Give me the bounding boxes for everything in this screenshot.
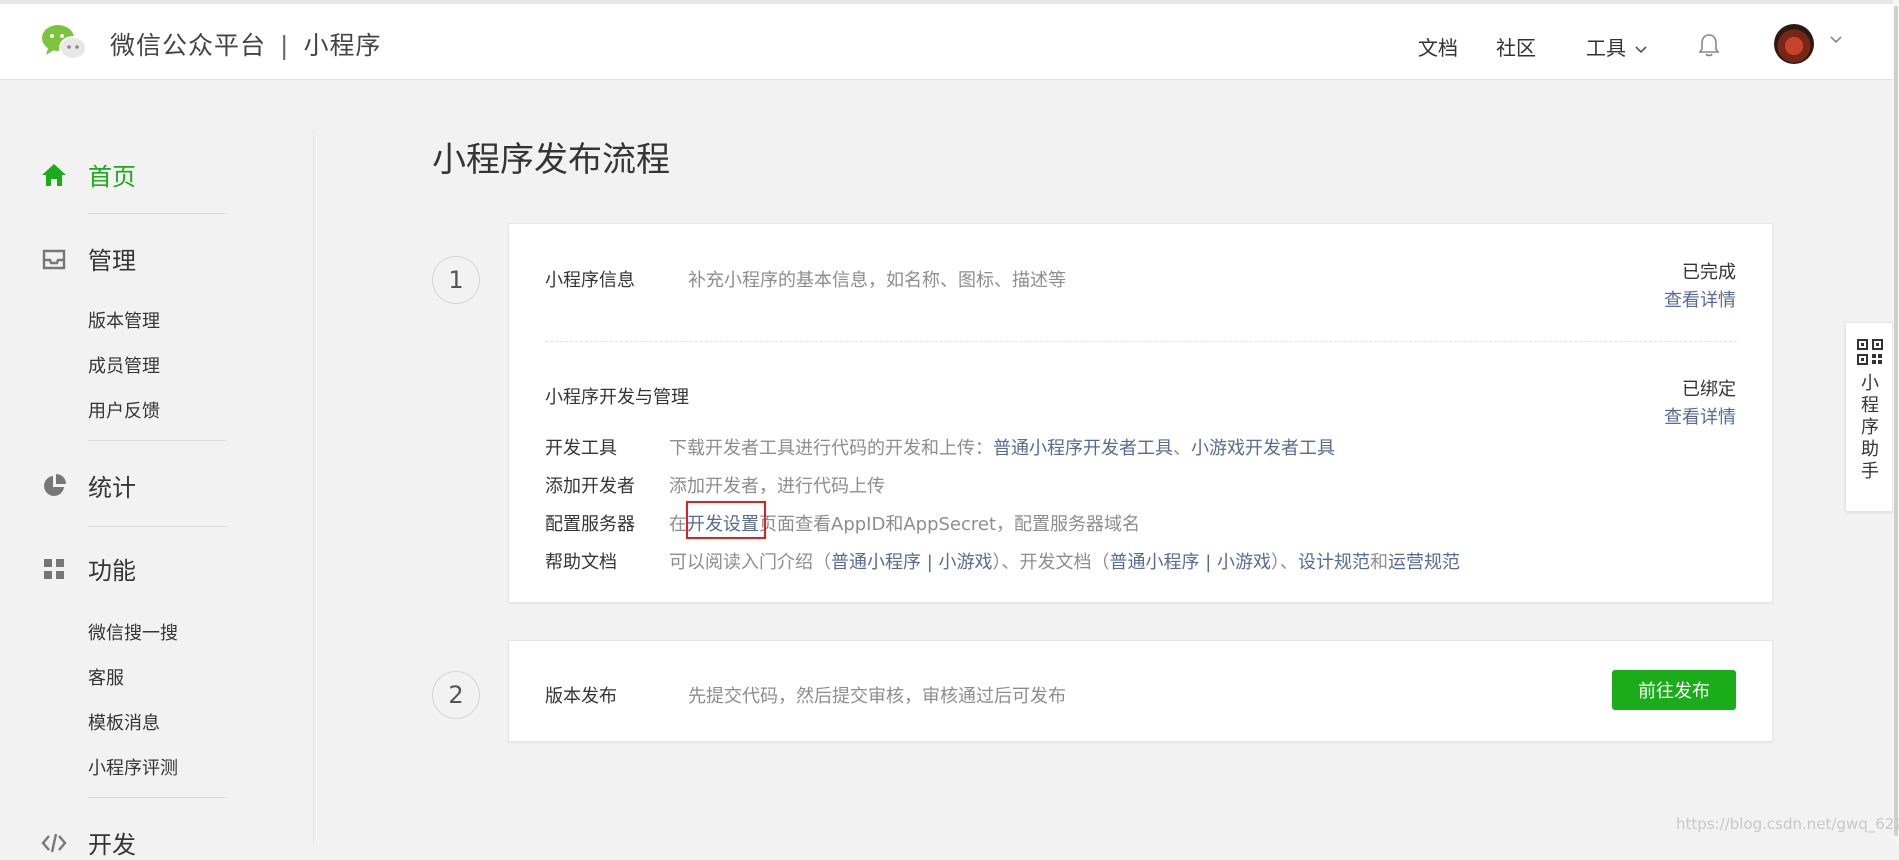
sidebar-item-label: 首页 [88, 163, 136, 191]
server-config-label: 配置服务器 [545, 514, 635, 535]
help-text: ）、 [1271, 552, 1299, 573]
sidebar-item-features[interactable]: 功能 [40, 551, 136, 586]
dev-tools-label: 开发工具 [545, 438, 617, 459]
nav-docs[interactable]: 文档 [1418, 32, 1458, 61]
sidebar: 首页 管理 版本管理 成员管理 用户反馈 统计 功能 微信搜一搜 客服 模板消息… [0, 81, 313, 859]
wechat-logo-icon[interactable] [40, 22, 88, 62]
nav-community[interactable]: 社区 [1496, 32, 1536, 61]
sidebar-item-user-feedback[interactable]: 用户反馈 [88, 397, 160, 423]
server-pre-text: 在 [669, 514, 687, 535]
sidebar-item-member-manage[interactable]: 成员管理 [88, 352, 160, 378]
devmgmt-label: 小程序开发与管理 [545, 387, 689, 408]
help-text: 可以阅读入门介绍（ [669, 552, 831, 573]
info-status: 已完成 [1682, 262, 1736, 283]
info-detail-link[interactable]: 查看详情 [1664, 286, 1736, 312]
divider [88, 526, 226, 527]
sidebar-divider [313, 130, 314, 843]
inbox-icon [42, 249, 66, 269]
chevron-down-icon [1635, 45, 1647, 53]
sidebar-item-customer-service[interactable]: 客服 [88, 664, 124, 690]
help-docs-label: 帮助文档 [545, 552, 617, 573]
docs-mini-game-link[interactable]: 小游戏 [1217, 552, 1271, 573]
add-dev-label: 添加开发者 [545, 476, 635, 497]
sidebar-item-home[interactable]: 首页 [40, 157, 136, 192]
divider [88, 797, 226, 798]
chevron-down-icon[interactable] [1828, 34, 1844, 46]
highlight-annotation [686, 501, 766, 539]
brand-name: 微信公众平台 [110, 31, 267, 60]
link-separator: | [1199, 552, 1218, 573]
dashed-divider [545, 341, 1737, 342]
help-text: ）、开发文档（ [992, 552, 1110, 573]
step-number-2: 2 [432, 671, 480, 719]
pie-chart-icon [44, 473, 66, 496]
step1-card: 小程序信息 补充小程序的基本信息，如名称、图标、描述等 已完成 查看详情 小程序… [508, 223, 1773, 603]
step-number-1: 1 [432, 256, 480, 304]
watermark: https://blog.csdn.net/gwq_622 [1676, 815, 1899, 833]
page-title: 小程序发布流程 [432, 140, 670, 180]
divider [88, 440, 226, 441]
help-docs-desc: 可以阅读入门介绍（普通小程序 | 小游戏）、开发文档（普通小程序 | 小游戏）、… [669, 548, 1460, 574]
sidebar-item-template-message[interactable]: 模板消息 [88, 709, 160, 735]
publish-label: 版本发布 [545, 686, 617, 707]
top-header: 微信公众平台 | 小程序 文档 社区 工具 [0, 4, 1899, 80]
devmgmt-detail-link[interactable]: 查看详情 [1664, 403, 1736, 429]
step2-card: 版本发布 先提交代码，然后提交审核，审核通过后可发布 前往发布 [508, 640, 1773, 742]
dev-tools-desc: 下载开发者工具进行代码的开发和上传：普通小程序开发者工具、小游戏开发者工具 [669, 434, 1335, 460]
assistant-label: 小程序助手 [1861, 373, 1879, 482]
mini-game-tool-link[interactable]: 小游戏开发者工具 [1191, 438, 1335, 459]
sidebar-item-manage[interactable]: 管理 [40, 241, 136, 276]
docs-mini-program-link[interactable]: 普通小程序 [1110, 552, 1200, 573]
operation-guide-link[interactable]: 运营规范 [1388, 552, 1460, 573]
mini-program-tool-link[interactable]: 普通小程序开发者工具 [993, 438, 1173, 459]
sidebar-item-label: 功能 [88, 557, 136, 585]
brand-separator: | [280, 31, 290, 60]
divider [88, 213, 226, 214]
home-icon [42, 163, 66, 186]
grid-icon [44, 558, 64, 579]
qr-code-icon [1857, 339, 1883, 365]
info-label: 小程序信息 [545, 270, 635, 291]
bell-icon[interactable] [1697, 32, 1721, 58]
intro-mini-game-link[interactable]: 小游戏 [939, 552, 993, 573]
devmgmt-status: 已绑定 [1682, 379, 1736, 400]
server-post-text: 页面查看AppID和AppSecret，配置服务器域名 [759, 514, 1141, 535]
mini-program-assistant[interactable]: 小程序助手 [1845, 322, 1893, 512]
info-desc: 补充小程序的基本信息，如名称、图标、描述等 [688, 270, 1066, 291]
avatar[interactable] [1774, 24, 1814, 64]
design-guide-link[interactable]: 设计规范 [1298, 552, 1370, 573]
intro-mini-program-link[interactable]: 普通小程序 [831, 552, 921, 573]
dev-tools-text: 下载开发者工具进行代码的开发和上传： [669, 438, 993, 459]
sidebar-item-label: 统计 [88, 474, 136, 502]
go-publish-button[interactable]: 前往发布 [1612, 670, 1736, 710]
sidebar-item-wechat-search[interactable]: 微信搜一搜 [88, 619, 178, 645]
publish-desc: 先提交代码，然后提交审核，审核通过后可发布 [688, 686, 1066, 707]
add-dev-desc: 添加开发者，进行代码上传 [669, 476, 885, 497]
nav-tools-label: 工具 [1586, 36, 1626, 60]
sidebar-item-version-manage[interactable]: 版本管理 [88, 307, 160, 333]
nav-tools[interactable]: 工具 [1586, 32, 1648, 61]
separator: 、 [1173, 438, 1191, 459]
sidebar-item-evaluation[interactable]: 小程序评测 [88, 754, 178, 780]
help-text: 和 [1370, 552, 1389, 573]
link-separator: | [921, 552, 939, 573]
brand-title[interactable]: 微信公众平台 | 小程序 [110, 26, 381, 62]
sidebar-item-stats[interactable]: 统计 [40, 468, 136, 503]
scrollbar-thumb[interactable] [1894, 6, 1898, 836]
product-name: 小程序 [303, 31, 382, 60]
sidebar-item-label: 管理 [88, 247, 136, 275]
